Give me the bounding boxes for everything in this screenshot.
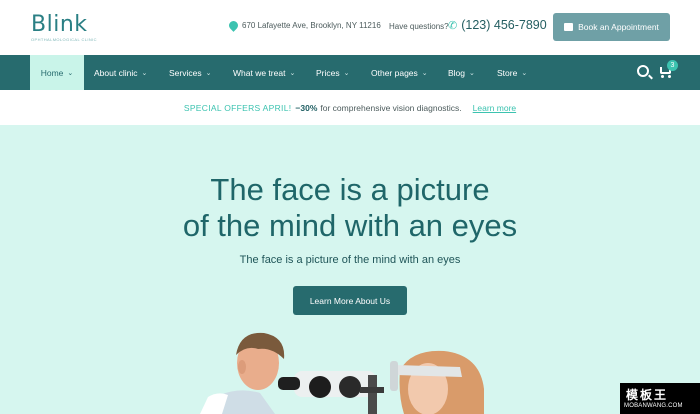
phone-icon: ✆ — [448, 19, 458, 32]
address-text: 670 Lafayette Ave, Brooklyn, NY 11216 — [242, 21, 381, 30]
patient-head-rest — [390, 361, 398, 391]
phone-number: (123) 456-7890 — [461, 18, 547, 32]
phoropter-lens — [339, 376, 361, 398]
top-header: Blink OPHTHALMOLOGICAL CLINIC 670 Lafaye… — [0, 0, 700, 55]
nav-item-blog[interactable]: Blog ⌄ — [448, 55, 475, 90]
hero-title: The face is a picture of the mind with a… — [0, 172, 700, 244]
learn-more-about-us-button[interactable]: Learn More About Us — [293, 286, 407, 315]
chevron-down-icon: ⌄ — [421, 69, 428, 77]
chevron-down-icon: ⌄ — [343, 69, 350, 77]
nav-label: Store — [497, 67, 518, 78]
cart-icon-wheel — [661, 75, 664, 78]
book-appointment-button[interactable]: Book an Appointment — [553, 13, 670, 41]
book-icon — [564, 23, 574, 31]
questions-label: Have questions? — [389, 22, 449, 31]
doctor-ear — [238, 360, 246, 374]
nav-label: About clinic — [94, 67, 138, 78]
hero-title-line: The face is a picture — [210, 172, 490, 207]
nav-item-services[interactable]: Services ⌄ — [169, 55, 211, 90]
nav-item-prices[interactable]: Prices ⌄ — [316, 55, 350, 90]
logo-tagline: OPHTHALMOLOGICAL CLINIC — [31, 37, 97, 42]
hero-section: The face is a picture of the mind with a… — [0, 125, 700, 414]
nav-item-about-clinic[interactable]: About clinic ⌄ — [94, 55, 147, 90]
hero-title-line: of the mind with an eyes — [182, 208, 518, 243]
phoropter-stand — [360, 387, 384, 393]
nav-item-what-we-treat[interactable]: What we treat ⌄ — [233, 55, 295, 90]
logo-name: Blink — [31, 12, 88, 37]
chevron-down-icon: ⌄ — [141, 69, 148, 77]
nav-label: Prices — [316, 67, 340, 78]
cart-icon-wheel — [668, 75, 671, 78]
main-nav: Home ⌄ About clinic ⌄ Services ⌄ What we tr… — [0, 55, 700, 90]
chevron-down-icon: ⌄ — [289, 69, 296, 77]
logo[interactable]: Blink OPHTHALMOLOGICAL CLINIC — [31, 12, 97, 43]
phoropter-stand — [368, 375, 377, 414]
watermark-top: 模板王 — [626, 388, 669, 402]
offer-percent: −30% — [295, 102, 318, 113]
nav-label: Home — [40, 67, 64, 78]
book-appointment-label: Book an Appointment — [578, 22, 659, 32]
chevron-down-icon: ⌄ — [67, 69, 74, 77]
address: 670 Lafayette Ave, Brooklyn, NY 11216 — [227, 19, 381, 32]
cart-count-badge: 3 — [667, 60, 678, 71]
nav-label: Services — [169, 67, 202, 78]
chevron-down-icon: ⌄ — [469, 69, 475, 77]
phoropter-body — [294, 371, 376, 397]
patient-chin-rest — [396, 365, 462, 377]
hero-eye-exam-illustration — [200, 332, 484, 414]
nav-item-store[interactable]: Store ⌄ — [497, 55, 527, 90]
offer-text: for comprehensive vision diagnostics. — [320, 102, 462, 113]
nav-label: Blog — [448, 67, 466, 78]
watermark: 模板王 MOBANWANG.COM — [620, 383, 700, 414]
offer-highlight: SPECIAL OFFERS APRIL! — [183, 102, 292, 113]
hero-subtitle: The face is a picture of the mind with a… — [239, 254, 461, 266]
nav-item-home[interactable]: Home ⌄ — [30, 55, 84, 90]
phoropter-eyepiece — [278, 377, 300, 390]
phone-link[interactable]: ✆ (123) 456-7890 — [448, 18, 547, 32]
nav-label: Other pages — [371, 67, 418, 78]
phoropter-lens — [309, 376, 331, 398]
chevron-down-icon: ⌄ — [521, 69, 528, 77]
nav-item-other-pages[interactable]: Other pages ⌄ — [371, 55, 428, 90]
offer-banner: SPECIAL OFFERS APRIL! −30% for comprehen… — [0, 90, 700, 125]
watermark-bottom: MOBANWANG.COM — [624, 403, 683, 409]
nav-label: What we treat — [233, 67, 286, 78]
chevron-down-icon: ⌄ — [205, 69, 212, 77]
search-icon[interactable] — [637, 65, 649, 77]
learn-more-link[interactable]: Learn more — [473, 103, 516, 113]
location-pin-icon — [227, 19, 240, 32]
